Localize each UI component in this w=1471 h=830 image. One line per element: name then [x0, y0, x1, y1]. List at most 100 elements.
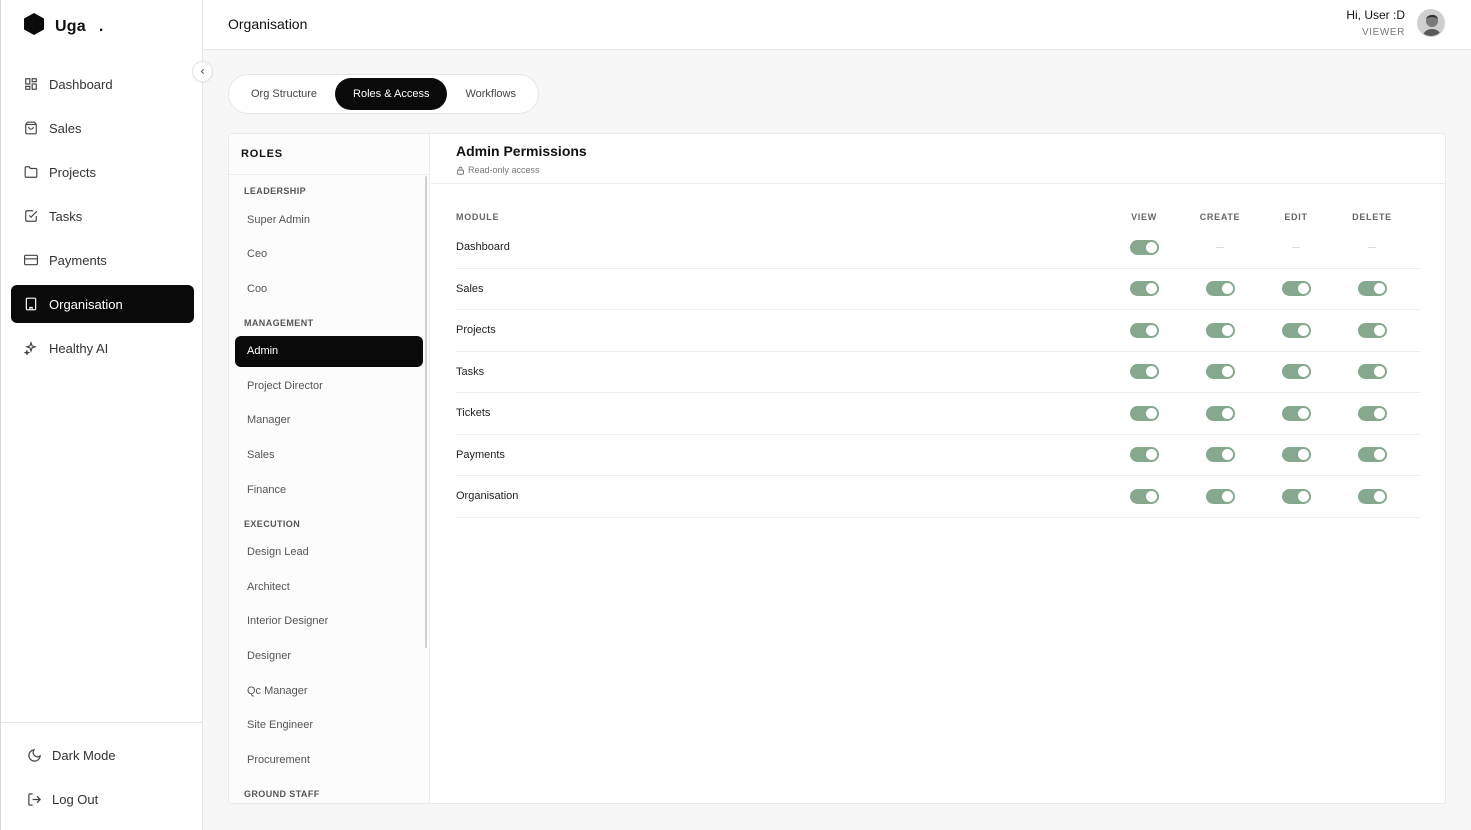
- brand-dot: .: [98, 17, 104, 35]
- role-item-super-admin[interactable]: Super Admin: [235, 204, 423, 235]
- role-item-architect[interactable]: Architect: [235, 571, 423, 602]
- permission-cell-create: [1182, 322, 1258, 338]
- permission-cell-create: [1182, 281, 1258, 297]
- view-permission-toggle[interactable]: [1129, 488, 1159, 504]
- role-item-admin[interactable]: Admin: [235, 335, 423, 367]
- role-item-interior-designer[interactable]: Interior Designer: [235, 606, 423, 637]
- table-row: Tasks: [456, 352, 1421, 393]
- view-permission-toggle[interactable]: [1129, 239, 1159, 255]
- module-name: Projects: [456, 324, 496, 337]
- collapse-sidebar-button[interactable]: [192, 61, 213, 82]
- role-item-site-engineer[interactable]: Site Engineer: [235, 710, 423, 741]
- permission-cell-view: [1106, 322, 1182, 338]
- edit-permission-toggle[interactable]: [1281, 447, 1311, 463]
- delete-permission-toggle[interactable]: [1357, 281, 1387, 297]
- moon-icon: [25, 746, 43, 764]
- view-permission-toggle[interactable]: [1129, 322, 1159, 338]
- role-item-designer[interactable]: Designer: [235, 641, 423, 672]
- role-item-ceo[interactable]: Ceo: [235, 239, 423, 270]
- column-header-create: CREATE: [1199, 212, 1241, 222]
- permission-cell-edit: [1258, 405, 1334, 421]
- role-item-procurement[interactable]: Procurement: [235, 744, 423, 775]
- role-item-project-director[interactable]: Project Director: [235, 370, 423, 401]
- table-row: Payments: [456, 435, 1421, 476]
- create-permission-toggle[interactable]: [1205, 447, 1235, 463]
- sidebar-item-projects[interactable]: Projects: [11, 153, 194, 191]
- tab-org-structure[interactable]: Org Structure: [233, 78, 335, 110]
- brand[interactable]: Uga .: [22, 12, 103, 41]
- view-permission-toggle[interactable]: [1129, 364, 1159, 380]
- create-not-applicable: [1216, 246, 1224, 248]
- sidebar-item-label: Dashboard: [49, 76, 113, 92]
- dark-mode-toggle[interactable]: Dark Mode: [1, 733, 203, 777]
- sidebar-item-label: Sales: [49, 120, 82, 136]
- create-permission-toggle[interactable]: [1205, 322, 1235, 338]
- sidebar-item-dashboard[interactable]: Dashboard: [11, 65, 194, 103]
- role-item-design-lead[interactable]: Design Lead: [235, 537, 423, 568]
- sidebar-nav: Dashboard Sales Projects Tasks Payments Organ…: [11, 65, 194, 373]
- view-permission-toggle[interactable]: [1129, 447, 1159, 463]
- permission-cell-edit: [1258, 447, 1334, 463]
- role-item-coo[interactable]: Coo: [235, 273, 423, 304]
- sidebar-item-label: Payments: [49, 252, 107, 268]
- permission-cell-create: [1182, 447, 1258, 463]
- module-name: Payments: [456, 448, 505, 461]
- module-name: Sales: [456, 282, 484, 295]
- sidebar-item-healthy-ai[interactable]: Healthy AI: [11, 329, 194, 367]
- permission-cell-delete: [1334, 405, 1410, 421]
- logout-icon: [25, 790, 43, 808]
- user-greeting: Hi, User :D: [1346, 8, 1405, 22]
- permission-cell-create: [1182, 405, 1258, 421]
- edit-permission-toggle[interactable]: [1281, 405, 1311, 421]
- create-permission-toggle[interactable]: [1205, 405, 1235, 421]
- column-header-delete: DELETE: [1352, 212, 1392, 222]
- edit-permission-toggle[interactable]: [1281, 281, 1311, 297]
- delete-permission-toggle[interactable]: [1357, 322, 1387, 338]
- module-name: Dashboard: [456, 241, 510, 254]
- sidebar-item-payments[interactable]: Payments: [11, 241, 194, 279]
- roles-scrollbar[interactable]: [425, 176, 427, 648]
- sidebar-item-organisation[interactable]: Organisation: [11, 285, 194, 323]
- permission-cell-view: [1106, 364, 1182, 380]
- create-permission-toggle[interactable]: [1205, 488, 1235, 504]
- role-item-manager[interactable]: Manager: [235, 405, 423, 436]
- edit-permission-toggle[interactable]: [1281, 364, 1311, 380]
- tab-roles-access[interactable]: Roles & Access: [335, 78, 448, 110]
- permission-cell-view: [1106, 239, 1182, 255]
- role-item-sales[interactable]: Sales: [235, 440, 423, 471]
- delete-permission-toggle[interactable]: [1357, 447, 1387, 463]
- user-menu[interactable]: Hi, User :D VIEWER: [1346, 8, 1445, 38]
- permission-cell-edit: [1258, 488, 1334, 504]
- permission-cell-view: [1106, 281, 1182, 297]
- module-name: Tickets: [456, 407, 491, 420]
- sidebar-item-sales[interactable]: Sales: [11, 109, 194, 147]
- logout-label: Log Out: [52, 791, 99, 807]
- avatar[interactable]: [1417, 9, 1445, 37]
- edit-permission-toggle[interactable]: [1281, 322, 1311, 338]
- delete-permission-toggle[interactable]: [1357, 364, 1387, 380]
- delete-permission-toggle[interactable]: [1357, 405, 1387, 421]
- module-name: Tasks: [456, 365, 485, 378]
- column-header-module: MODULE: [456, 212, 500, 222]
- delete-permission-toggle[interactable]: [1357, 488, 1387, 504]
- edit-permission-toggle[interactable]: [1281, 488, 1311, 504]
- role-item-qc-manager[interactable]: Qc Manager: [235, 675, 423, 706]
- folder-icon: [23, 164, 39, 180]
- credit-card-icon: [23, 252, 39, 268]
- sparkles-icon: [23, 340, 39, 356]
- create-permission-toggle[interactable]: [1205, 364, 1235, 380]
- dark-mode-label: Dark Mode: [52, 747, 116, 763]
- logout-button[interactable]: Log Out: [1, 777, 203, 821]
- tab-workflows[interactable]: Workflows: [447, 78, 534, 110]
- sidebar-item-tasks[interactable]: Tasks: [11, 197, 194, 235]
- permission-cell-delete: [1334, 281, 1410, 297]
- create-permission-toggle[interactable]: [1205, 281, 1235, 297]
- header: Organisation Hi, User :D VIEWER: [203, 0, 1471, 50]
- column-header-edit: EDIT: [1284, 212, 1308, 222]
- view-permission-toggle[interactable]: [1129, 405, 1159, 421]
- module-name: Organisation: [456, 490, 519, 503]
- permissions-subtitle: Read-only access: [468, 165, 540, 175]
- role-item-finance[interactable]: Finance: [235, 474, 423, 505]
- view-permission-toggle[interactable]: [1129, 281, 1159, 297]
- permission-cell-delete: [1334, 246, 1410, 248]
